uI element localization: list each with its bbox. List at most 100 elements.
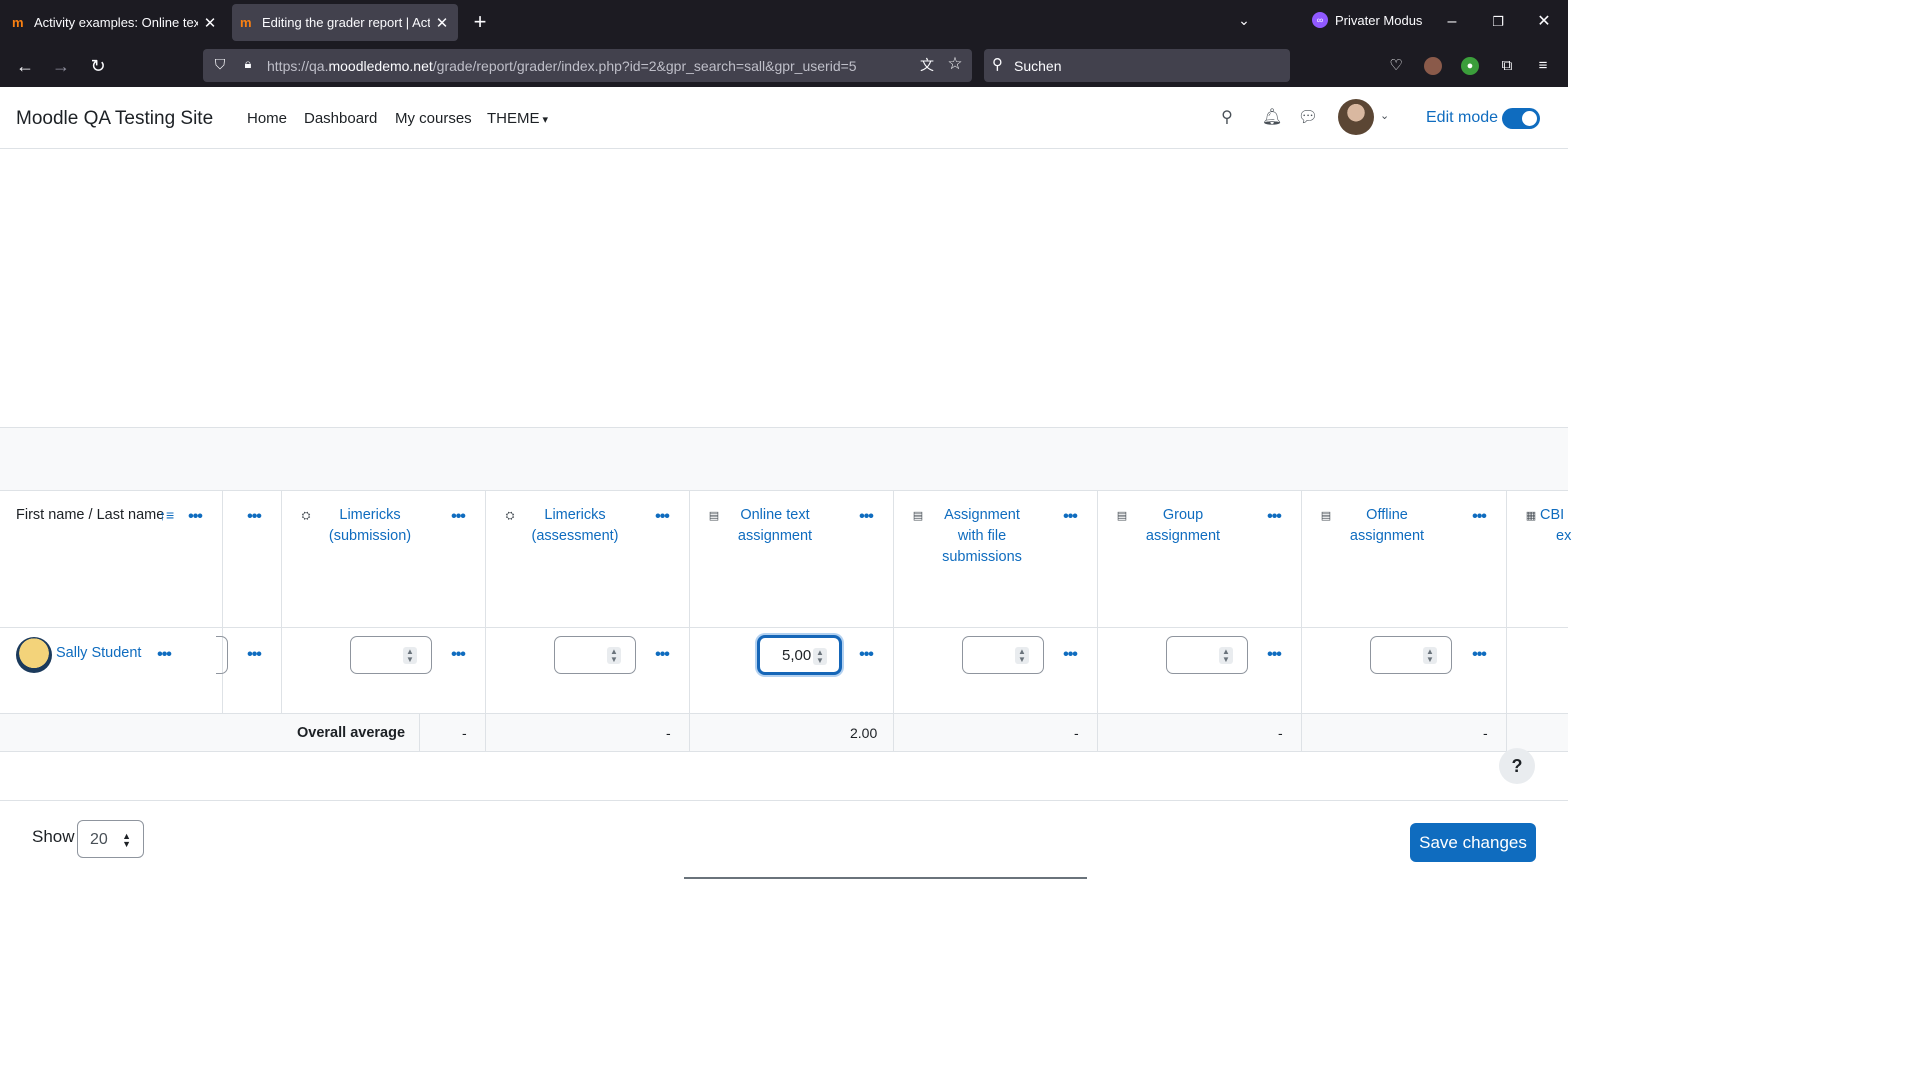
spinner-icon[interactable]: ▲ ▼ xyxy=(607,647,621,664)
cell-menu-icon[interactable]: ••• xyxy=(1468,647,1490,663)
moodle-icon: m xyxy=(240,14,252,30)
chat-icon[interactable]: 💬︎ xyxy=(1297,107,1319,129)
help-button[interactable]: ? xyxy=(1499,748,1535,784)
bell-icon[interactable]: 🔔︎ xyxy=(1261,107,1283,129)
browser-search-bar[interactable]: ⚲ Suchen xyxy=(984,49,1290,82)
url-bar[interactable]: ⛉ 🔒︎ https://qa.moodledemo.net/grade/rep… xyxy=(203,49,972,82)
grade-input[interactable]: ▲ ▼ xyxy=(1370,636,1452,674)
student-name[interactable]: Sally Student xyxy=(56,645,141,661)
reload-icon[interactable]: ↻ xyxy=(84,52,112,80)
edit-mode-toggle[interactable] xyxy=(1502,108,1540,129)
grade-input-focused[interactable]: 5,00 ▲ ▼ xyxy=(757,635,842,675)
spinner-icon[interactable]: ▲ ▼ xyxy=(813,648,827,665)
spinner-icon[interactable]: ▲ ▼ xyxy=(403,647,417,664)
url-domain: moodledemo.net xyxy=(328,58,433,74)
workshop-icon: ⛭ xyxy=(505,510,515,522)
column-menu-icon[interactable]: ••• xyxy=(447,509,469,525)
nav-my-courses[interactable]: My courses xyxy=(395,110,472,127)
cell-menu-icon[interactable]: ••• xyxy=(1059,647,1081,663)
column-header-line: Group xyxy=(1162,507,1204,523)
name-column-menu-icon[interactable]: ••• xyxy=(184,509,206,525)
new-tab-icon[interactable]: + xyxy=(468,10,492,34)
translate-icon[interactable]: 文 xyxy=(917,55,937,75)
average-value: - xyxy=(462,725,467,741)
lock-icon[interactable]: 🔒︎ xyxy=(239,56,257,74)
column-header-line: submissions xyxy=(942,549,1022,565)
column-header-group-assignment[interactable]: Group assignment xyxy=(1131,505,1235,547)
column-menu-icon[interactable]: ••• xyxy=(1263,509,1285,525)
cell-menu-icon[interactable]: ••• xyxy=(243,647,265,663)
menu-icon[interactable]: ≡ xyxy=(1531,54,1555,78)
grade-input[interactable]: ▲ ▼ xyxy=(554,636,636,674)
grade-input[interactable]: ▲ ▼ xyxy=(962,636,1044,674)
private-mode-label: Privater Modus xyxy=(1335,12,1423,28)
minimize-icon[interactable]: – xyxy=(1438,8,1466,36)
column-header-line: CBI xyxy=(1540,507,1565,523)
tab-grader-report[interactable]: m Editing the grader report | Activit ✕ xyxy=(232,4,458,41)
close-tab-icon[interactable]: ✕ xyxy=(434,14,450,32)
tab-strip: m Activity examples: Online text and ✕ m… xyxy=(0,0,1568,44)
site-name[interactable]: Moodle QA Testing Site xyxy=(16,108,213,130)
chevron-down-icon[interactable]: ⌄ xyxy=(1380,109,1389,122)
student-avatar[interactable] xyxy=(16,637,52,673)
per-page-select[interactable]: 20 ▲ ▼ xyxy=(77,820,144,858)
nav-theme[interactable]: THEME xyxy=(487,110,548,127)
horizontal-scrollbar[interactable] xyxy=(684,877,1087,879)
column-divider xyxy=(893,490,894,714)
save-changes-button[interactable]: Save changes xyxy=(1410,823,1536,862)
cell-menu-icon[interactable]: ••• xyxy=(855,647,877,663)
nav-home[interactable]: Home xyxy=(247,110,287,127)
column-header-line: ex xyxy=(1556,528,1572,544)
assignment-icon: ▤ xyxy=(1116,510,1128,522)
column-header-line: Online text xyxy=(740,507,810,523)
back-icon[interactable]: ← xyxy=(11,52,39,80)
spinner-icon[interactable]: ▲ ▼ xyxy=(1015,647,1029,664)
account-avatar-icon[interactable] xyxy=(1424,57,1442,75)
spinner-icon[interactable]: ▲ ▼ xyxy=(1219,647,1233,664)
column-header-limericks-submission[interactable]: Limericks (submission) xyxy=(315,505,425,547)
name-column-header[interactable]: First name / Last name xyxy=(16,507,164,523)
forward-icon[interactable]: → xyxy=(47,52,75,80)
grade-input[interactable]: ▲ ▼ xyxy=(350,636,432,674)
cell-menu-icon[interactable]: ••• xyxy=(1263,647,1285,663)
search-icon[interactable]: ⚲ xyxy=(1216,107,1238,129)
sort-ascending-icon[interactable]: ↑≡ xyxy=(159,507,174,523)
column-header-cbi[interactable]: CBI ex xyxy=(1540,505,1600,547)
column-menu-icon[interactable]: ••• xyxy=(1468,509,1490,525)
column-menu-icon[interactable]: ••• xyxy=(1059,509,1081,525)
grade-input-partial[interactable] xyxy=(216,636,228,674)
column-divider xyxy=(1097,714,1098,752)
column-header-offline-assignment[interactable]: Offline assignment xyxy=(1335,505,1439,547)
close-tab-icon[interactable]: ✕ xyxy=(202,14,218,32)
user-avatar[interactable] xyxy=(1338,99,1374,135)
column-menu-icon[interactable]: ••• xyxy=(243,509,265,525)
column-divider xyxy=(1097,490,1098,714)
chevron-down-icon[interactable]: ⌄ xyxy=(1234,12,1254,32)
shield-icon[interactable]: ⛉ xyxy=(211,56,229,74)
student-menu-icon[interactable]: ••• xyxy=(153,647,175,663)
column-header-online-text-assignment[interactable]: Online text assignment xyxy=(723,505,827,547)
spinner-icon[interactable]: ▲ ▼ xyxy=(1423,647,1437,664)
column-header-line: Offline xyxy=(1366,507,1408,523)
column-menu-icon[interactable]: ••• xyxy=(855,509,877,525)
pocket-icon[interactable]: ♡ xyxy=(1384,54,1408,78)
tab-activity-examples[interactable]: m Activity examples: Online text and ✕ xyxy=(4,4,226,41)
column-header-line: Limericks xyxy=(339,507,401,523)
column-divider xyxy=(1506,714,1507,752)
restore-icon[interactable]: ❐ xyxy=(1484,8,1512,36)
close-window-icon[interactable]: ✕ xyxy=(1530,8,1558,36)
extension-icon[interactable]: ● xyxy=(1461,57,1479,75)
column-menu-icon[interactable]: ••• xyxy=(651,509,673,525)
column-header-assignment-file-submissions[interactable]: Assignment with file submissions xyxy=(927,505,1037,568)
column-header-limericks-assessment[interactable]: Limericks (assessment) xyxy=(519,505,631,547)
cell-menu-icon[interactable]: ••• xyxy=(651,647,673,663)
column-divider xyxy=(419,714,420,752)
bookmark-star-icon[interactable]: ☆ xyxy=(945,54,965,74)
column-header-line: (assessment) xyxy=(531,528,619,544)
nav-dashboard[interactable]: Dashboard xyxy=(304,110,377,127)
tab-title: Activity examples: Online text and xyxy=(34,15,198,30)
cell-menu-icon[interactable]: ••• xyxy=(447,647,469,663)
url-text[interactable]: https://qa.moodledemo.net/grade/report/g… xyxy=(267,58,857,74)
grade-input[interactable]: ▲ ▼ xyxy=(1166,636,1248,674)
extensions-puzzle-icon[interactable]: ⧉ xyxy=(1495,54,1519,78)
